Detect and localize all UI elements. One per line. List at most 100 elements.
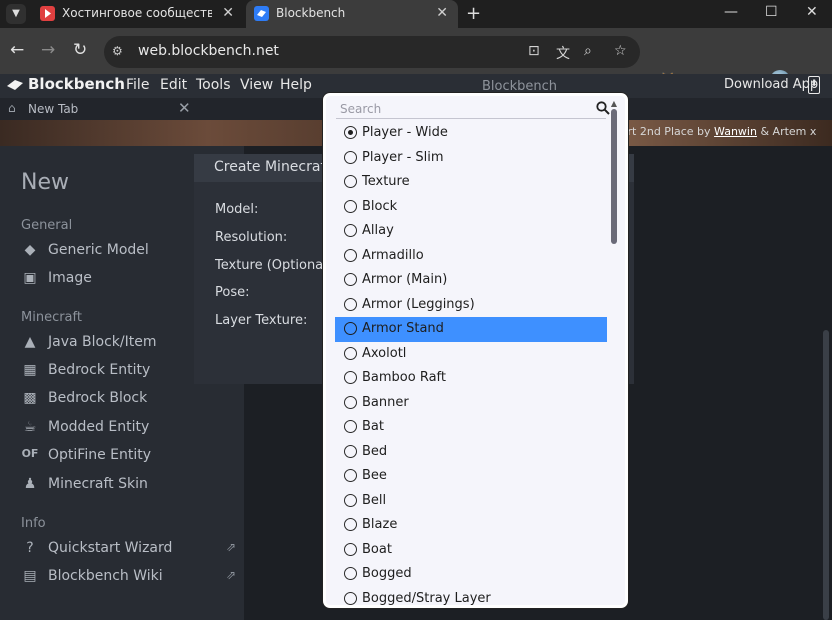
dropdown-option[interactable]: Bamboo Raft bbox=[335, 366, 607, 391]
sidebar-item-label: Generic Model bbox=[48, 242, 149, 258]
dropdown-option[interactable]: Bed bbox=[335, 440, 607, 465]
radio-unchecked-icon[interactable] bbox=[344, 518, 357, 531]
menu-tools[interactable]: Tools bbox=[196, 77, 231, 93]
search-icon[interactable] bbox=[596, 101, 610, 115]
site-info-icon[interactable]: ⚙ bbox=[112, 44, 128, 60]
dropdown-option[interactable]: Allay bbox=[335, 219, 607, 244]
dropdown-option[interactable]: Player - Wide bbox=[335, 121, 607, 146]
dropdown-option[interactable]: Armor Stand bbox=[335, 317, 607, 342]
dropdown-option[interactable]: Armor (Main) bbox=[335, 268, 607, 293]
sidebar-item-modded-entity[interactable]: ☕ Modded Entity bbox=[21, 417, 241, 439]
radio-unchecked-icon[interactable] bbox=[344, 346, 357, 360]
translate-icon[interactable]: 文 bbox=[556, 43, 570, 63]
label-model: Model: bbox=[215, 202, 259, 217]
author-link[interactable]: Wanwin bbox=[714, 125, 757, 138]
scroll-thumb[interactable] bbox=[611, 109, 617, 244]
project-tab-label[interactable]: New Tab bbox=[28, 102, 78, 116]
blockbench-favicon bbox=[254, 6, 269, 21]
close-tab-icon[interactable]: ✕ bbox=[222, 5, 234, 21]
reload-icon[interactable]: ↻ bbox=[73, 40, 87, 60]
forward-arrow-icon[interactable]: → bbox=[41, 40, 55, 60]
download-app-icon[interactable]: ⬇ bbox=[808, 76, 820, 94]
dropdown-option[interactable]: Boat bbox=[335, 538, 607, 563]
back-arrow-icon[interactable]: ← bbox=[10, 40, 24, 60]
radio-unchecked-icon[interactable] bbox=[344, 591, 357, 605]
dropdown-search bbox=[336, 99, 610, 119]
new-tab-plus-icon[interactable]: + bbox=[466, 3, 481, 24]
close-window-icon[interactable]: ✕ bbox=[806, 4, 818, 20]
menu-file[interactable]: File bbox=[126, 77, 149, 93]
java-block-icon: ▲ bbox=[24, 334, 36, 350]
dropdown-option[interactable]: Block bbox=[335, 195, 607, 220]
dropdown-option[interactable]: Bogged bbox=[335, 562, 607, 587]
sidebar-item-minecraft-skin[interactable]: ♟ Minecraft Skin bbox=[21, 474, 241, 496]
radio-unchecked-icon[interactable] bbox=[344, 444, 357, 458]
radio-unchecked-icon[interactable] bbox=[344, 567, 357, 580]
app-logo-text: Blockbench bbox=[28, 75, 125, 93]
menu-edit[interactable]: Edit bbox=[160, 77, 187, 93]
radio-unchecked-icon[interactable] bbox=[344, 273, 357, 286]
modded-entity-icon: ☕ bbox=[23, 419, 37, 435]
home-icon[interactable]: ⌂ bbox=[8, 101, 16, 115]
maximize-icon[interactable]: ☐ bbox=[765, 4, 778, 20]
sidebar-item-quickstart[interactable]: ? Quickstart Wizard ⇗ bbox=[21, 538, 241, 560]
dropdown-option[interactable]: Armadillo bbox=[335, 244, 607, 269]
dropdown-option[interactable]: Bell bbox=[335, 489, 607, 514]
radio-unchecked-icon[interactable] bbox=[344, 420, 357, 433]
tab-search-dropdown-icon[interactable]: ▼ bbox=[6, 4, 26, 24]
label-resolution: Resolution: bbox=[215, 230, 288, 245]
radio-unchecked-icon[interactable] bbox=[344, 395, 357, 409]
sidebar-item-label: Minecraft Skin bbox=[48, 476, 148, 492]
dropdown-option[interactable]: Armor (Leggings) bbox=[335, 293, 607, 318]
app-window-title: Blockbench bbox=[482, 79, 558, 94]
dropdown-option[interactable]: Bat bbox=[335, 415, 607, 440]
section-heading-info: Info bbox=[21, 516, 46, 531]
browser-tab-blockbench[interactable]: Blockbench ✕ bbox=[246, 0, 458, 28]
radio-unchecked-icon[interactable] bbox=[344, 542, 357, 556]
radio-checked-icon[interactable] bbox=[344, 126, 357, 139]
main-scrollbar[interactable] bbox=[823, 330, 829, 620]
sidebar-item-bedrock-block[interactable]: ▩ Bedrock Block bbox=[21, 388, 241, 410]
dropdown-option[interactable]: Axolotl bbox=[335, 342, 607, 367]
timeweb-favicon bbox=[40, 6, 55, 21]
dropdown-option[interactable]: Bogged/Stray Layer bbox=[335, 587, 607, 605]
minimize-icon[interactable]: — bbox=[724, 4, 738, 20]
radio-unchecked-icon[interactable] bbox=[344, 322, 357, 335]
close-project-tab-icon[interactable]: ✕ bbox=[178, 99, 191, 117]
radio-unchecked-icon[interactable] bbox=[344, 248, 357, 262]
radio-unchecked-icon[interactable] bbox=[344, 469, 357, 482]
url-text[interactable]: web.blockbench.net bbox=[138, 43, 279, 59]
zoom-icon[interactable]: ⌕ bbox=[584, 43, 592, 59]
sidebar-item-label: Modded Entity bbox=[48, 419, 150, 435]
install-app-icon[interactable]: ⊡ bbox=[528, 43, 540, 59]
sidebar-new-heading: New bbox=[21, 170, 69, 195]
close-tab-icon[interactable]: ✕ bbox=[436, 5, 448, 21]
banner-credit: Art 2nd Place by Wanwin & Artem x bbox=[620, 125, 817, 138]
sidebar-item-label: Bedrock Entity bbox=[48, 362, 151, 378]
radio-unchecked-icon[interactable] bbox=[344, 297, 357, 311]
dropdown-option[interactable]: Banner bbox=[335, 391, 607, 416]
browser-tab-timeweb[interactable]: Хостинговое сообщество «Tim ✕ bbox=[32, 0, 244, 28]
address-bar[interactable]: ⚙ web.blockbench.net ⊡ 文 ⌕ ☆ bbox=[104, 36, 640, 68]
download-app-button[interactable]: Download App bbox=[724, 77, 818, 92]
scroll-up-arrow-icon[interactable]: ▲ bbox=[610, 99, 618, 108]
radio-unchecked-icon[interactable] bbox=[344, 175, 357, 188]
dropdown-option[interactable]: Blaze bbox=[335, 513, 607, 538]
dropdown-option-label: Bell bbox=[362, 492, 387, 508]
dropdown-search-input[interactable] bbox=[340, 101, 580, 117]
dropdown-option-label: Banner bbox=[362, 394, 409, 410]
sidebar-item-wiki[interactable]: ▤ Blockbench Wiki ⇗ bbox=[21, 566, 241, 588]
dropdown-scrollbar[interactable]: ▲ bbox=[610, 99, 618, 604]
dropdown-option[interactable]: Player - Slim bbox=[335, 146, 607, 171]
bookmark-star-icon[interactable]: ☆ bbox=[614, 43, 627, 59]
radio-unchecked-icon[interactable] bbox=[344, 199, 357, 213]
dropdown-option[interactable]: Texture bbox=[335, 170, 607, 195]
radio-unchecked-icon[interactable] bbox=[344, 224, 357, 237]
sidebar-item-optifine-entity[interactable]: OF OptiFine Entity bbox=[21, 445, 241, 467]
menu-view[interactable]: View bbox=[240, 77, 273, 93]
dropdown-option[interactable]: Bee bbox=[335, 464, 607, 489]
radio-unchecked-icon[interactable] bbox=[344, 493, 357, 507]
radio-unchecked-icon[interactable] bbox=[344, 371, 357, 384]
radio-unchecked-icon[interactable] bbox=[344, 150, 357, 164]
menu-help[interactable]: Help bbox=[280, 77, 312, 93]
